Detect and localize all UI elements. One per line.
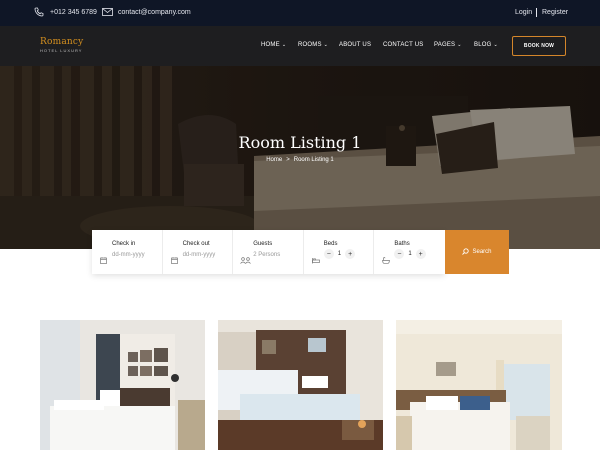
checkin-label: Check in [112,241,136,247]
beds-increment-button[interactable]: + [345,249,356,259]
breadcrumb-separator: > [286,157,290,163]
nav-home-label: HOME [261,42,280,48]
search-button-label: Search [472,249,492,255]
nav-rooms[interactable]: ROOMS ⌄ [298,42,328,48]
nav-about-us[interactable]: ABOUT US [339,42,371,48]
baths-decrement-button[interactable]: − [394,249,405,259]
room-image-3[interactable] [396,320,562,450]
beds-count: 1 [337,251,342,257]
chevron-down-icon: ⌄ [457,42,462,48]
room-image-1[interactable] [40,320,205,450]
nav-home[interactable]: HOME ⌄ [261,42,286,48]
checkout-label: Check out [182,241,210,247]
phone-number: +012 345 6789 [50,9,97,16]
bed-icon [311,251,320,269]
guests-value: 2 Persons [253,252,281,258]
brand-name: Romancy [40,37,84,47]
nav-blog[interactable]: BLOG ⌄ [474,42,498,48]
beds-label: Beds [323,241,338,247]
baths-count: 1 [408,251,412,257]
guests-label: Guests [253,241,273,247]
breadcrumb-home[interactable]: Home [266,157,282,163]
book-now-button[interactable]: BOOK NOW [512,36,566,56]
nav-pages-label: PAGES [434,42,456,48]
checkout-field[interactable]: Check out dd-mm-yyyy [163,230,234,274]
nav-rooms-label: ROOMS [298,42,322,48]
email-address: contact@company.com [118,9,191,16]
breadcrumb-current: Room Listing 1 [293,157,334,163]
checkout-input[interactable]: dd-mm-yyyy [183,252,216,258]
nav-contact-label: CONTACT US [383,42,424,48]
chevron-down-icon: ⌄ [493,42,498,48]
brand-tagline: HOTEL LUXURY [40,48,83,53]
room-photo [40,320,205,450]
search-button[interactable]: Search [445,230,509,274]
guests-field[interactable]: Guests 2 Persons [233,230,304,274]
baths-label: Baths [394,241,410,247]
mail-icon [102,8,113,16]
baths-field: Baths − 1 + [374,230,445,274]
brand-logo[interactable]: Romancy HOTEL LUXURY [40,37,83,53]
beds-field: Beds − 1 + [304,230,375,274]
room-photo [396,320,562,450]
people-icon [240,251,251,269]
nav-about-label: ABOUT US [339,42,372,48]
beds-decrement-button[interactable]: − [323,249,334,259]
top-info-bar: +012 345 6789 contact@company.com Login … [0,0,600,26]
login-link[interactable]: Login [515,9,532,16]
breadcrumb: Home > Room Listing 1 [0,157,600,163]
calendar-icon [170,251,178,269]
register-link[interactable]: Register [542,9,568,16]
booking-search-bar: Check in dd-mm-yyyy Check out dd-mm-yyyy… [92,230,445,274]
room-image-2[interactable] [218,320,383,450]
baths-increment-button[interactable]: + [415,249,426,259]
chevron-down-icon: ⌄ [281,42,287,48]
checkin-field[interactable]: Check in dd-mm-yyyy [92,230,163,274]
calendar-icon [100,251,107,269]
nav-contact-us[interactable]: CONTACT US [383,42,423,48]
page-title: Room Listing 1 [238,133,362,152]
baths-stepper: − 1 + [394,249,426,259]
search-icon [462,247,470,257]
checkin-input[interactable]: dd-mm-yyyy [112,252,145,258]
bath-icon [382,251,391,269]
nav-pages[interactable]: PAGES ⌄ [434,42,462,48]
chevron-down-icon: ⌄ [323,42,329,48]
nav-blog-label: BLOG [474,42,492,48]
topbar-divider [536,8,537,17]
phone-icon [34,7,44,17]
room-photo [218,320,383,450]
beds-stepper: − 1 + [323,249,356,259]
